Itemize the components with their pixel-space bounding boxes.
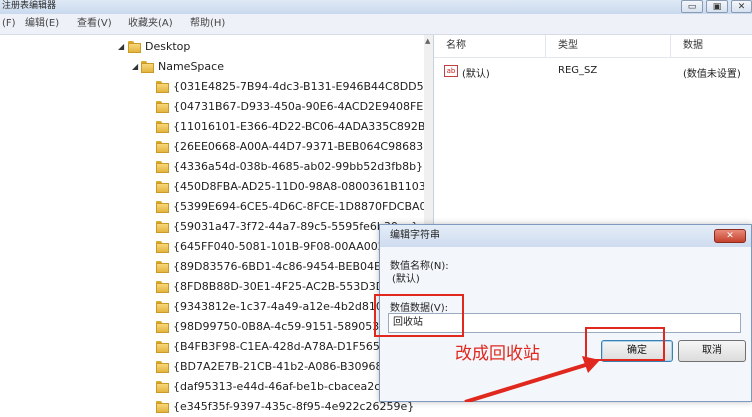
folder-icon (156, 401, 169, 413)
annotation-arrow-icon (464, 356, 600, 402)
